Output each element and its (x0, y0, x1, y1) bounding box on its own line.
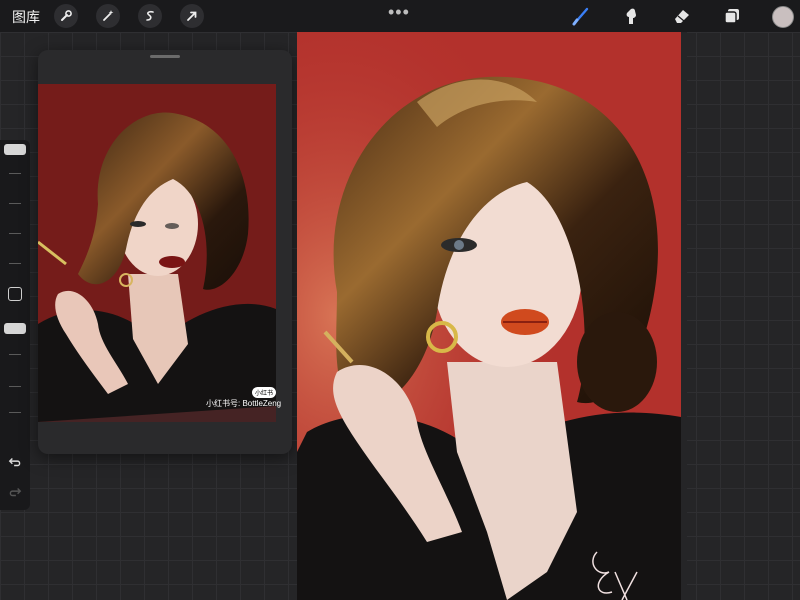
actions-button[interactable] (54, 4, 78, 28)
adjustments-button[interactable] (96, 4, 120, 28)
selection-button[interactable] (138, 4, 162, 28)
artwork (297, 32, 687, 600)
redo-button[interactable] (7, 484, 23, 500)
transform-arrow-icon (187, 11, 197, 21)
size-slider-tick (9, 173, 21, 174)
size-slider-tick (9, 203, 21, 204)
selection-icon (146, 10, 154, 21)
size-slider-tick (9, 233, 21, 234)
left-sidebar (0, 140, 30, 510)
opacity-slider-tick (9, 412, 21, 413)
color-picker-button[interactable] (772, 6, 794, 28)
drawing-canvas[interactable] (297, 32, 687, 600)
opacity-slider-tick (9, 386, 21, 387)
brush-icon (572, 7, 589, 26)
more-options-icon[interactable]: ••• (388, 2, 410, 23)
undo-button[interactable] (7, 454, 23, 470)
brush-size-slider-handle[interactable] (4, 144, 26, 155)
magic-wand-icon (103, 10, 114, 21)
reference-badge: 小红书 (252, 387, 277, 398)
smudge-tool-button[interactable] (621, 5, 643, 27)
eraser-icon (675, 10, 689, 23)
smudge-icon (626, 8, 636, 24)
redo-icon (9, 488, 22, 497)
reference-watermark: 小红书号: BottleZeng (206, 399, 282, 408)
reference-window[interactable]: 小红书 小红书号: BottleZeng (38, 50, 292, 454)
brush-tool-button[interactable] (570, 5, 592, 27)
reference-image (38, 84, 276, 422)
size-slider-tick (9, 263, 21, 264)
undo-icon (8, 458, 21, 467)
eraser-tool-button[interactable] (671, 5, 693, 27)
gallery-button[interactable]: 图库 (12, 7, 40, 27)
opacity-slider-tick (9, 354, 21, 355)
reference-window-grip[interactable] (150, 55, 180, 58)
layers-button[interactable] (721, 5, 743, 27)
layers-icon (724, 9, 739, 24)
wrench-icon (61, 10, 72, 21)
modify-button[interactable] (8, 287, 22, 301)
transform-button[interactable] (180, 4, 204, 28)
top-toolbar: 图库 ••• (0, 0, 800, 32)
opacity-slider-handle[interactable] (4, 323, 26, 334)
